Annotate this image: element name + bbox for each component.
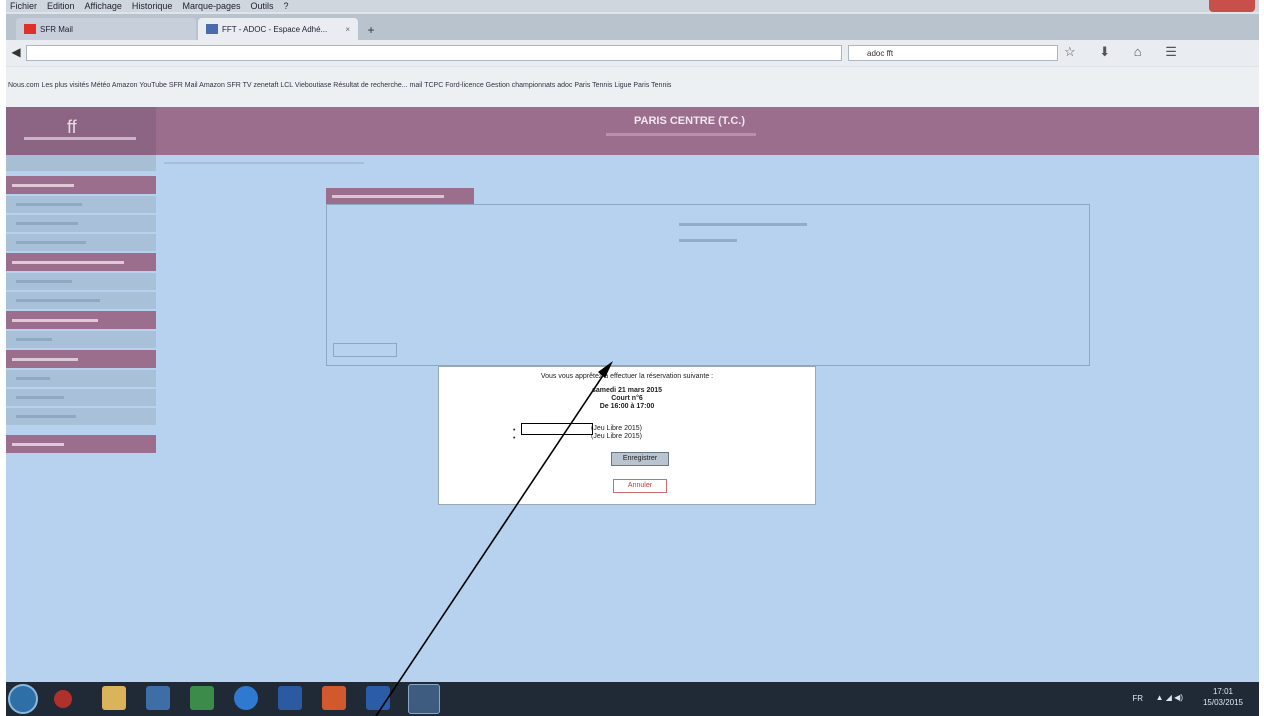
sidebar-item[interactable] — [6, 196, 156, 213]
logo-caption — [24, 137, 136, 140]
menu-edition[interactable]: Edition — [47, 0, 75, 12]
site-banner: ff PARIS CENTRE (T.C.) — [6, 107, 1259, 155]
menu-outils[interactable]: Outils — [251, 0, 274, 12]
menu-aide[interactable]: ? — [284, 0, 289, 12]
start-button[interactable] — [8, 684, 38, 714]
taskbar: FR ▲ ◢ ◀) 17:01 15/03/2015 — [6, 682, 1259, 716]
window-close-button[interactable] — [1209, 0, 1255, 12]
toolbar-icons[interactable]: ☆ ⬇ ⌂ ☰ — [1064, 44, 1187, 60]
reservation-time: De 16:00 à 17:00 — [599, 403, 655, 410]
club-title: PARIS CENTRE (T.C.) — [634, 115, 746, 127]
sidebar-item[interactable] — [6, 234, 156, 251]
app-icon[interactable] — [54, 690, 72, 708]
app-icon[interactable] — [146, 686, 170, 710]
club-subtitle — [606, 133, 756, 136]
sidebar-section-club — [6, 311, 156, 329]
url-bar[interactable] — [26, 45, 842, 61]
panel-date-line — [679, 223, 807, 226]
player-status: (Jeu Libre 2015) — [591, 425, 642, 432]
panel-court-line — [679, 239, 737, 242]
tab-sfr-mail[interactable]: SFR Mail — [16, 18, 196, 40]
powerpoint-icon[interactable] — [322, 686, 346, 710]
nav-bar: ◀ adoc fft ☆ ⬇ ⌂ ☰ — [6, 40, 1259, 66]
sidebar — [6, 176, 156, 453]
sidebar-item[interactable] — [6, 215, 156, 232]
bookmarks-bar: Nous.com Les plus visités Météo Amazon Y… — [6, 67, 1259, 107]
sidebar-item[interactable] — [6, 331, 156, 348]
tab-title: SFR Mail — [40, 24, 73, 34]
menu-historique[interactable]: Historique — [132, 0, 173, 12]
app-icon[interactable] — [278, 686, 302, 710]
reservation-panel-tab — [326, 188, 474, 204]
sidebar-item[interactable] — [6, 389, 156, 406]
menu-affichage[interactable]: Affichage — [85, 0, 122, 12]
breadcrumb[interactable] — [164, 162, 364, 164]
firefox-icon[interactable] — [408, 684, 440, 714]
sidebar-item[interactable] — [6, 370, 156, 387]
sidebar-section-services — [6, 253, 156, 271]
fft-logo-icon: ff — [67, 117, 77, 137]
folder-icon[interactable] — [102, 686, 126, 710]
bookmarks-list[interactable]: Nous.com Les plus visités Météo Amazon Y… — [8, 82, 671, 89]
clock-date: 15/03/2015 — [1202, 698, 1244, 707]
search-input[interactable]: adoc fft — [848, 45, 1058, 61]
menu-bar: Fichier Edition Affichage Historique Mar… — [6, 0, 1259, 12]
logout-link[interactable] — [6, 435, 156, 453]
new-tab-button[interactable]: + — [362, 22, 380, 38]
screenshot: Fichier Edition Affichage Historique Mar… — [6, 0, 1259, 716]
sfr-favicon-icon — [24, 24, 36, 34]
tab-fft-adoc[interactable]: FFT - ADOC - Espace Adhé... × — [198, 18, 358, 40]
bullet: • — [513, 435, 516, 442]
panel-save-button[interactable] — [333, 343, 397, 357]
menu-fichier[interactable]: Fichier — [10, 0, 37, 12]
reservation-date: samedi 21 mars 2015 — [591, 387, 663, 394]
bullet: • — [513, 427, 516, 434]
sidebar-section-reservation — [6, 176, 156, 194]
word-icon[interactable] — [366, 686, 390, 710]
sidebar-item[interactable] — [6, 408, 156, 425]
back-button[interactable]: ◀ — [9, 45, 23, 59]
tab-title: FFT - ADOC - Espace Adhé... — [222, 24, 328, 34]
dialog-intro: Vous vous apprêtez à effectuer la réserv… — [540, 373, 714, 380]
home-link[interactable] — [6, 155, 156, 171]
tab-strip: SFR Mail FFT - ADOC - Espace Adhé... × + — [6, 14, 1259, 40]
sidebar-item[interactable] — [6, 273, 156, 290]
reservation-panel — [326, 204, 1090, 366]
cancel-button[interactable]: Annuler — [613, 479, 667, 493]
player-status: (Jeu Libre 2015) — [591, 433, 642, 440]
sidebar-item[interactable] — [6, 292, 156, 309]
clock[interactable]: 17:01 15/03/2015 — [1201, 686, 1245, 708]
clock-time: 17:01 — [1212, 687, 1234, 696]
sidebar-section-compte — [6, 350, 156, 368]
menu-marque-pages[interactable]: Marque-pages — [182, 0, 240, 12]
confirmation-dialog: Vous vous apprêtez à effectuer la réserv… — [438, 366, 816, 505]
close-tab-icon[interactable]: × — [345, 25, 350, 34]
breadcrumb-row — [6, 155, 1259, 171]
internet-explorer-icon[interactable] — [234, 686, 258, 710]
save-button[interactable]: Enregistrer — [611, 452, 669, 466]
page-content: ff PARIS CENTRE (T.C.) Vous vous apprête… — [6, 107, 1259, 682]
fft-favicon-icon — [206, 24, 218, 34]
fft-logo[interactable]: ff — [6, 107, 156, 155]
tray-icons[interactable]: ▲ ◢ ◀) — [1156, 693, 1183, 702]
reservation-court: Court n°6 — [611, 395, 643, 402]
excel-icon[interactable] — [190, 686, 214, 710]
redacted-player-name — [521, 423, 593, 435]
language-indicator[interactable]: FR — [1132, 694, 1143, 703]
